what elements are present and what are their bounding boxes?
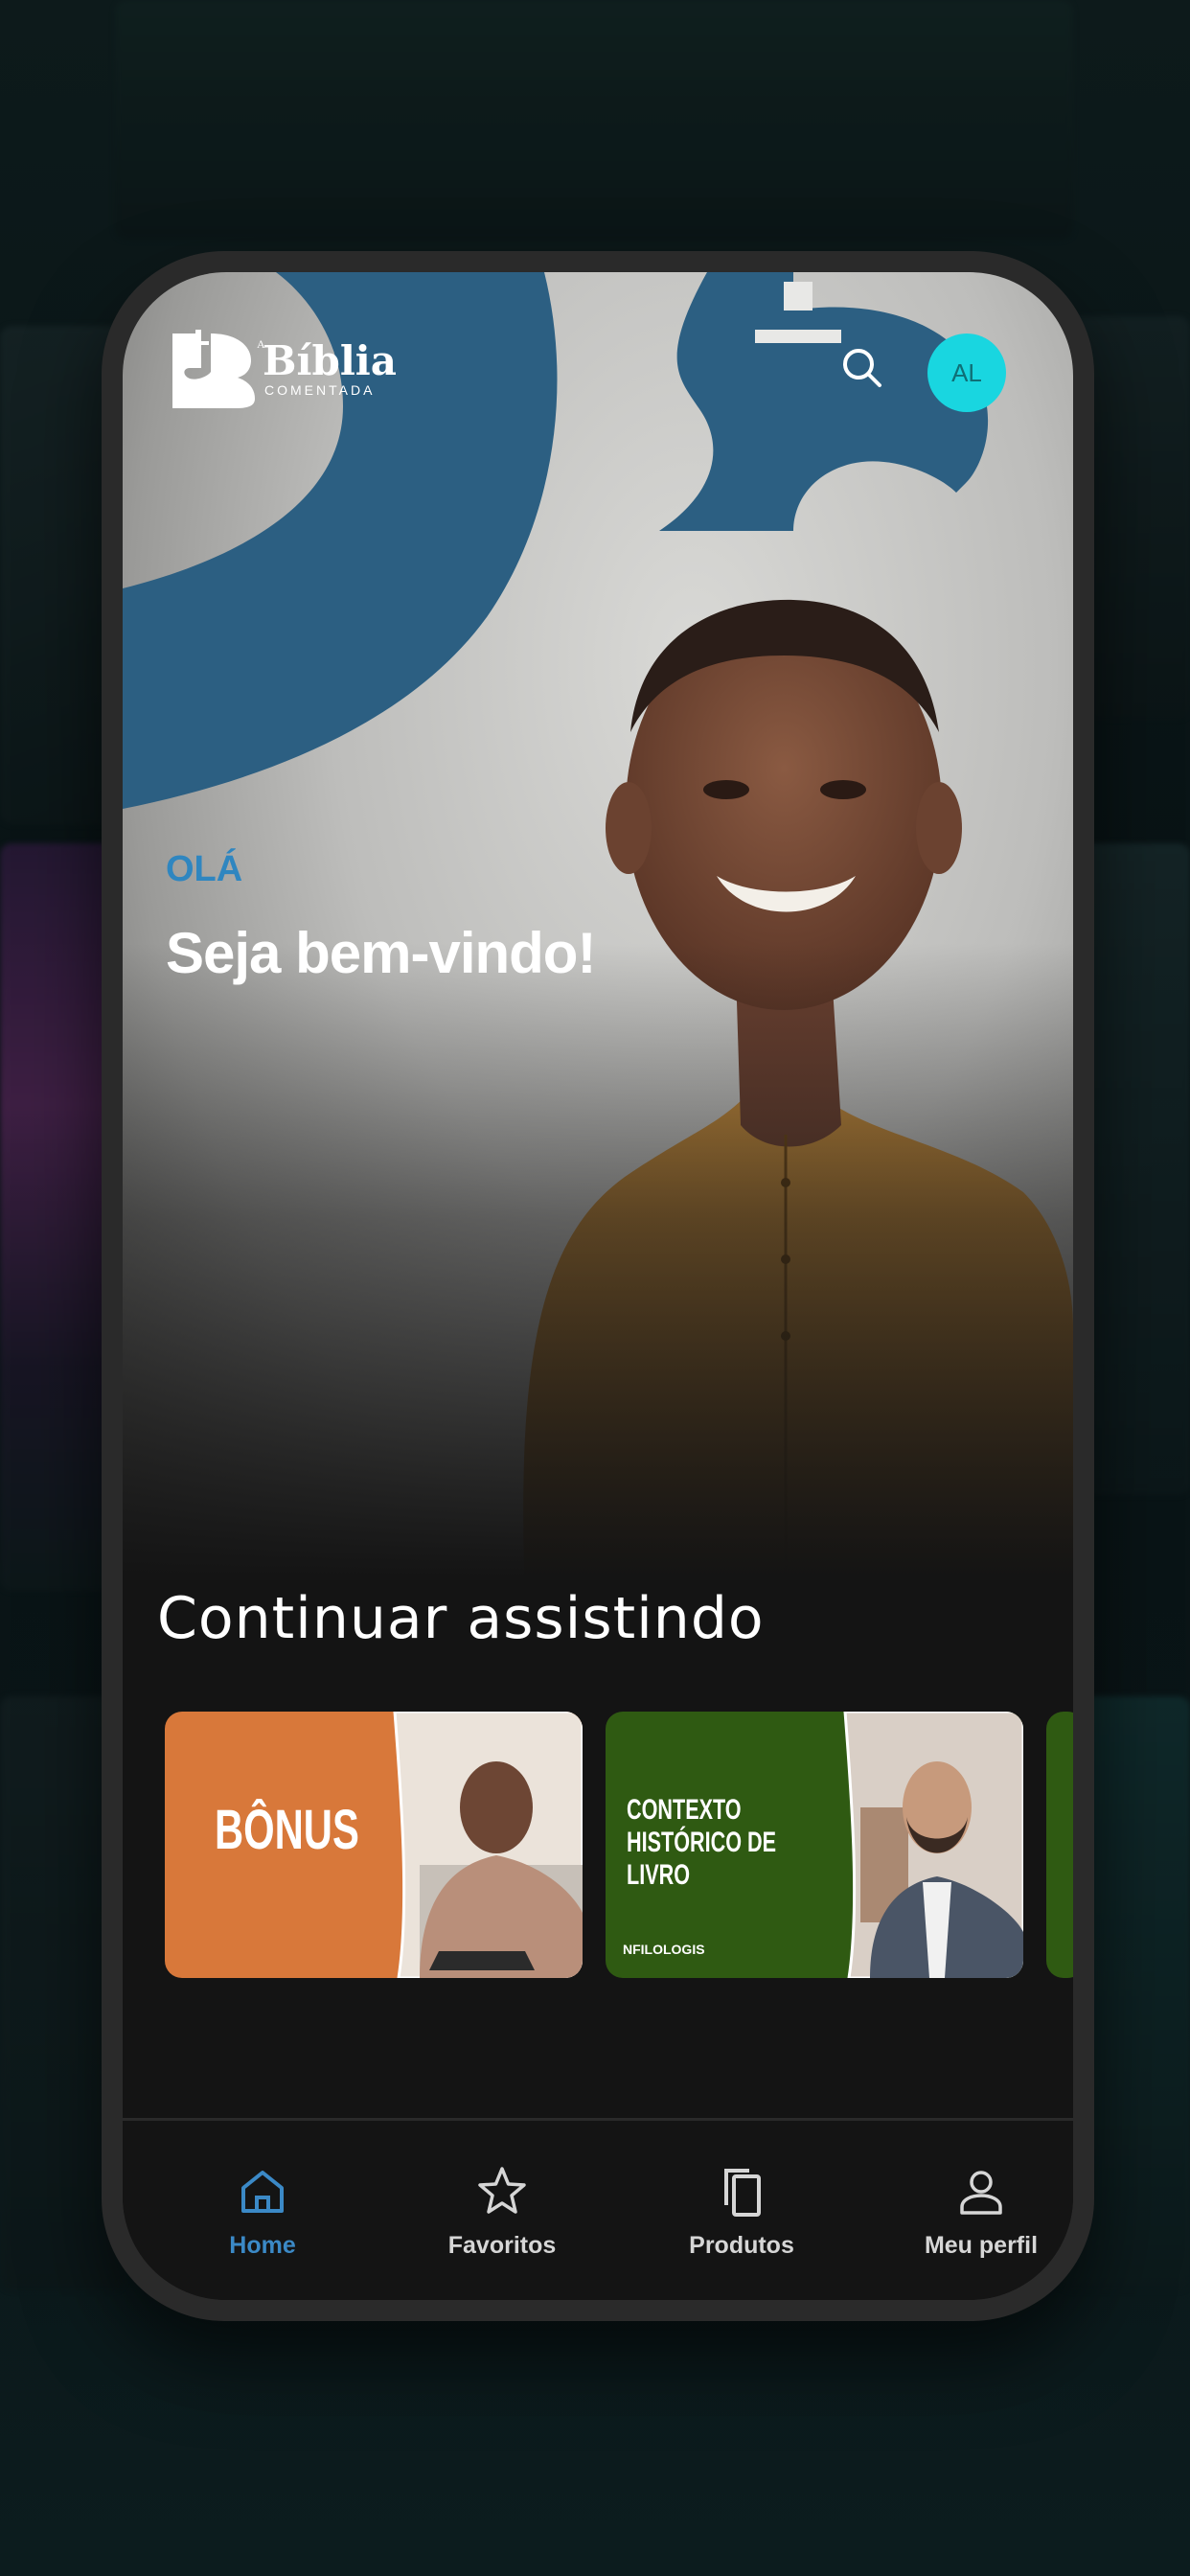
background-poster — [115, 0, 1073, 240]
card-thumbnail — [393, 1712, 583, 1978]
card-title: CONTEXTO HISTÓRICO DE LIVRO — [627, 1794, 777, 1891]
card-footer: NFILOLOGIS — [623, 1942, 705, 1957]
nav-label: Home — [229, 2232, 296, 2259]
phone-frame: A Bíblia COMENTADA AL OLÁ Seja bem-vindo… — [102, 251, 1094, 2321]
nav-item-home[interactable]: Home — [167, 2161, 358, 2260]
app-logo: A Bíblia COMENTADA — [169, 330, 397, 408]
nav-item-produtos[interactable]: Produtos — [646, 2161, 837, 2260]
user-icon — [960, 2171, 1002, 2215]
nav-label: Produtos — [689, 2232, 794, 2259]
continue-watching-title: Continuar assistindo — [157, 1585, 765, 1652]
logo-prefix: A — [257, 337, 265, 351]
logo-subtitle: COMENTADA — [264, 382, 376, 398]
logo-title: Bíblia — [263, 337, 397, 384]
search-icon — [843, 349, 881, 387]
copy-icon — [724, 2169, 761, 2217]
logo-mark-icon — [172, 330, 255, 408]
bottom-navigation: Home Favoritos Produtos Meu perfil — [123, 2118, 1073, 2300]
continue-watching-card[interactable] — [1046, 1712, 1073, 1978]
search-button[interactable] — [832, 337, 893, 399]
avatar[interactable]: AL — [927, 334, 1006, 412]
logo-text: Bíblia COMENTADA — [263, 337, 397, 399]
hero-gradient — [123, 943, 1073, 1633]
hero-banner: A Bíblia COMENTADA AL OLÁ Seja bem-vindo… — [123, 272, 1073, 1633]
app-screen: A Bíblia COMENTADA AL OLÁ Seja bem-vindo… — [123, 272, 1073, 2300]
home-icon — [241, 2171, 284, 2213]
welcome-heading: Seja bem-vindo! — [166, 921, 596, 985]
card-title: BÔNUS — [215, 1799, 359, 1861]
continue-watching-card[interactable]: CONTEXTO HISTÓRICO DE LIVRO NFILOLOGIS — [606, 1712, 1023, 1978]
card-thumbnail — [843, 1712, 1023, 1978]
nav-label: Favoritos — [447, 2232, 557, 2259]
star-icon — [478, 2167, 526, 2214]
nav-item-meu-perfil[interactable]: Meu perfil — [885, 2161, 1073, 2260]
nav-item-favoritos[interactable]: Favoritos — [406, 2161, 598, 2260]
greeting-label: OLÁ — [166, 849, 243, 889]
continue-watching-card[interactable]: BÔNUS — [165, 1712, 583, 1978]
nav-label: Meu perfil — [924, 2232, 1039, 2259]
